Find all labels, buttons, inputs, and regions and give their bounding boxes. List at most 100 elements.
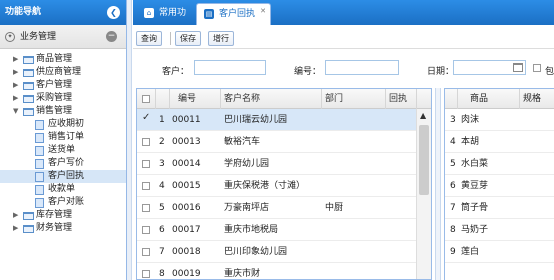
folder-icon (23, 56, 34, 64)
table-row[interactable]: 4 本胡 (445, 131, 554, 153)
table-row[interactable]: 9 莲白 (445, 241, 554, 263)
sidebar-item-customer[interactable]: ▶ 客户管理 (0, 79, 126, 92)
sidebar-item-inventory[interactable]: ▶ 库存管理 (0, 209, 126, 222)
sidebar-item-purchase[interactable]: ▶ 采购管理 (0, 92, 126, 105)
cell-name: 学府幼儿园 (224, 159, 270, 169)
folder-icon (23, 95, 34, 103)
save-button[interactable]: 保存 (175, 31, 201, 46)
table-row[interactable]: ✓ 1 00011 巴川瑞云幼儿园 (137, 109, 431, 131)
customer-grid: 编号 客户名称 部门 回执 ✓ 1 00011 巴川瑞云幼儿园 2 00013 … (136, 88, 432, 280)
cell-name: 重庆市地税局 (224, 225, 279, 235)
product-header[interactable]: 商品 (458, 89, 520, 109)
table-row[interactable]: 5 水白菜 (445, 153, 554, 175)
row-checkbox[interactable] (142, 153, 154, 175)
number-label: 编号： (294, 67, 322, 77)
sidebar-resizer[interactable] (127, 0, 132, 280)
table-row[interactable]: 7 筒子骨 (445, 197, 554, 219)
close-tab-icon[interactable]: ✕ (260, 1, 266, 21)
row-checkbox[interactable] (142, 197, 154, 219)
sidebar-header: 功能导航 ❮ (0, 0, 126, 25)
row-checkbox[interactable] (142, 241, 154, 263)
sidebar-item-goods[interactable]: ▶ 商品管理 (0, 53, 126, 66)
code-header[interactable]: 编号 (170, 89, 221, 109)
row-checkbox[interactable] (142, 219, 154, 241)
checkbox-box (142, 270, 150, 278)
table-row[interactable]: 5 00016 万豪南坪店 中厨 (137, 197, 431, 219)
cell-dept: 中厨 (325, 203, 344, 213)
sidebar-item-sales[interactable]: ▼ 销售管理 (0, 105, 126, 118)
table-row[interactable]: 7 00018 巴川印象幼儿园 (137, 241, 431, 263)
sidebar-item-customer-receipt[interactable]: 客户回执 (0, 170, 126, 183)
folder-icon (23, 82, 34, 90)
row-number: 4 (450, 137, 456, 147)
table-row[interactable]: 8 00019 重庆市财 (137, 263, 431, 279)
sidebar-item-label: 收款单 (48, 184, 76, 194)
table-row[interactable]: 6 00017 重庆市地税局 (137, 219, 431, 241)
row-checkbox[interactable] (142, 131, 154, 153)
row-checkbox[interactable]: ✓ (142, 109, 154, 131)
cell-name: 巴川瑞云幼儿园 (224, 115, 288, 125)
query-button[interactable]: 查询 (136, 31, 162, 46)
table-row[interactable]: 3 肉沫 (445, 109, 554, 131)
sidebar-item-finance[interactable]: ▶ 财务管理 (0, 222, 126, 235)
table-row[interactable]: 6 黄豆芽 (445, 175, 554, 197)
row-number: 9 (450, 247, 456, 257)
expand-arrow-icon[interactable]: ▶ (13, 222, 18, 235)
number-input[interactable] (325, 60, 399, 75)
calendar-icon[interactable] (513, 63, 523, 72)
toolbar-separator (170, 32, 171, 45)
collapse-group-icon[interactable]: − (106, 31, 117, 42)
sidebar-item-supplier[interactable]: ▶ 供应商管理 (0, 66, 126, 79)
group-label: 业务管理 (20, 32, 57, 42)
tab-customer-receipt[interactable]: ▤ 客户回执 ✕ (196, 3, 271, 25)
name-header[interactable]: 客户名称 (221, 89, 322, 109)
sidebar-item-receivable-opening[interactable]: 应收期初 (0, 118, 126, 131)
dept-header[interactable]: 部门 (322, 89, 386, 109)
add-row-button[interactable]: 增行 (208, 31, 234, 46)
sidebar-item-delivery-note[interactable]: 送货单 (0, 144, 126, 157)
sidebar-item-label: 库存管理 (36, 210, 73, 220)
sidebar-group-business[interactable]: ✦ 业务管理 − (0, 25, 126, 49)
cell-dept (325, 109, 385, 131)
cell-dept (325, 219, 385, 241)
row-checkbox[interactable] (142, 263, 154, 279)
expand-arrow-icon[interactable]: ▶ (13, 66, 18, 79)
expand-arrow-icon[interactable]: ▶ (13, 53, 18, 66)
collapse-sidebar-icon[interactable]: ❮ (107, 6, 120, 19)
sidebar-item-label: 客户管理 (36, 80, 73, 90)
include-checkbox[interactable] (533, 64, 541, 72)
date-label: 日期： (427, 67, 455, 77)
cell-dept (325, 241, 385, 263)
row-number: 3 (450, 115, 456, 125)
folder-icon (23, 212, 34, 220)
collapse-arrow-icon[interactable]: ▼ (13, 105, 18, 118)
expand-arrow-icon[interactable]: ▶ (13, 209, 18, 222)
expand-arrow-icon[interactable]: ▶ (13, 92, 18, 105)
tab-common-functions[interactable]: ⌂ 常用功能 (137, 3, 192, 38)
page-icon (35, 133, 44, 143)
table-row[interactable]: 8 马奶子 (445, 219, 554, 241)
receipt-header[interactable]: 回执 (386, 89, 417, 109)
customer-input[interactable] (194, 60, 266, 75)
vertical-scrollbar[interactable]: ▲ (416, 109, 431, 279)
spec-header[interactable]: 规格 (520, 89, 554, 109)
sidebar-item-sales-order[interactable]: 销售订单 (0, 131, 126, 144)
table-row[interactable]: 2 00013 敏裕汽车 (137, 131, 431, 153)
main-panel: ⌂ 常用功能 ▤ 客户回执 ✕ 查询 保存 增行 客户： 编号： 日期： 包 编… (133, 0, 554, 280)
date-input[interactable] (453, 60, 526, 75)
row-checkbox[interactable] (142, 175, 154, 197)
sidebar-item-customer-price[interactable]: 客户写价 (0, 157, 126, 170)
select-all-header (137, 89, 156, 109)
table-row[interactable]: 4 00015 重庆保税港（寸滩） (137, 175, 431, 197)
cell-product: 本胡 (461, 137, 480, 147)
table-row[interactable]: 3 00014 学府幼儿园 (137, 153, 431, 175)
expand-arrow-icon[interactable]: ▶ (13, 79, 18, 92)
select-all-checkbox[interactable] (142, 95, 150, 103)
sidebar-item-payment-receipt[interactable]: 收款单 (0, 183, 126, 196)
scrollbar-thumb[interactable] (419, 125, 429, 195)
scroll-up-icon[interactable]: ▲ (420, 111, 426, 120)
panel-splitter[interactable] (435, 88, 441, 280)
product-grid-header: 商品 规格 (445, 89, 554, 109)
sidebar-item-customer-statement[interactable]: 客户对账 (0, 196, 126, 209)
cell-product: 水白菜 (461, 159, 489, 169)
